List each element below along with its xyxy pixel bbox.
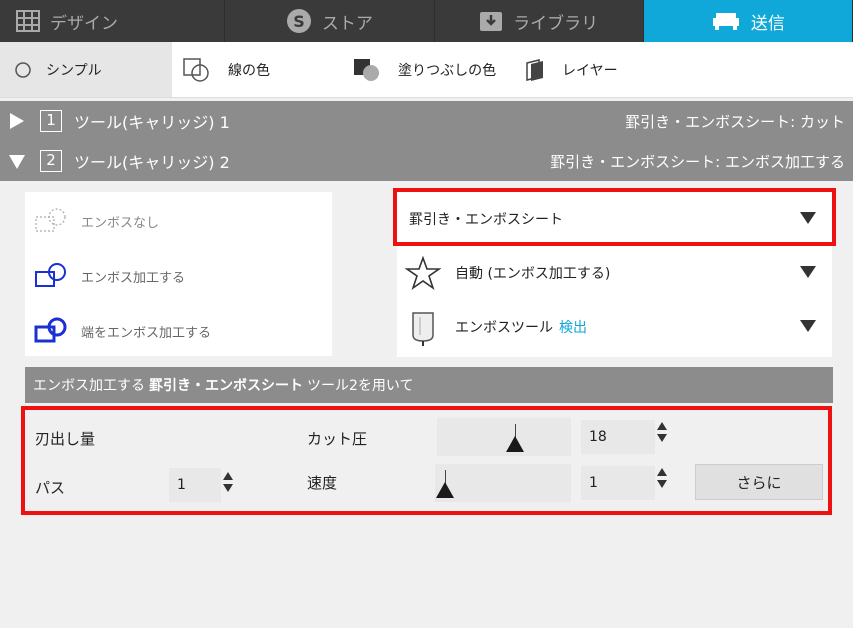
passes-input[interactable]: 1	[169, 468, 221, 502]
library-download-icon	[479, 10, 503, 32]
emboss-edge-option[interactable]: 端をエンボス加工する	[31, 316, 211, 346]
tab-send[interactable]: 送信	[643, 0, 853, 42]
force-slider[interactable]	[437, 418, 571, 456]
force-stepper[interactable]	[657, 422, 669, 442]
line-color-icon	[182, 57, 214, 83]
tool-dropdown-value: エンボスツール	[455, 320, 553, 336]
style-simple[interactable]: シンプル	[0, 42, 172, 97]
speed-down-icon[interactable]	[657, 480, 667, 488]
info-suffix: ツール2を用いて	[307, 378, 414, 394]
emboss-fill-icon	[31, 261, 71, 291]
action-dropdown-value: 自動 (エンボス加工する)	[455, 266, 611, 282]
emboss-fill-option[interactable]: エンボス加工する	[31, 261, 185, 291]
speed-slider[interactable]	[435, 464, 571, 502]
tab-design[interactable]: デザイン	[0, 0, 226, 42]
style-layer-label: レイヤー	[562, 62, 618, 79]
force-slider-thumb[interactable]	[506, 436, 525, 452]
tool2-header[interactable]: 2 ツール(キャリッジ) 2 罫引き・エンボスシート: エンボス加工する	[0, 141, 853, 181]
detect-link[interactable]: 検出	[559, 317, 587, 337]
tool1-header[interactable]: 1 ツール(キャリッジ) 1 罫引き・エンボスシート: カット	[0, 101, 853, 141]
tab-store-label: ストア	[321, 13, 373, 34]
store-s-icon: S	[286, 8, 312, 34]
tab-store[interactable]: S ストア	[225, 0, 435, 42]
collapse-down-icon	[9, 155, 25, 169]
more-button-label: さらに	[736, 473, 782, 492]
tool2-number: 2	[40, 150, 62, 172]
svg-text:S: S	[293, 12, 305, 31]
material-dropdown[interactable]: 罫引き・エンボスシート	[397, 192, 832, 246]
material-settings-panel: 罫引き・エンボスシート 自動 (エンボス加工する) エンボスツール 検出	[397, 192, 832, 357]
speed-slider-thumb[interactable]	[436, 482, 454, 498]
tool1-material: 罫引き・エンボスシート: カット	[625, 112, 845, 131]
speed-value: 1	[589, 475, 598, 491]
force-input[interactable]: 18	[581, 420, 655, 454]
tab-library-label: ライブラリ	[513, 13, 599, 34]
tool-dropdown-arrow-icon	[800, 320, 816, 332]
emboss-none-icon	[31, 206, 71, 236]
tool1-number: 1	[40, 110, 62, 132]
force-down-icon[interactable]	[657, 434, 667, 442]
style-layer[interactable]: レイヤー	[522, 42, 618, 97]
emboss-tool-icon	[403, 307, 443, 347]
star-icon	[403, 253, 443, 293]
style-toolbar: シンプル 線の色 塗りつぶしの色 レイヤー	[0, 42, 853, 98]
info-material: 罫引き・エンボスシート	[149, 378, 303, 394]
style-fill-color[interactable]: 塗りつぶしの色	[352, 42, 522, 97]
radio-icon	[14, 61, 32, 79]
tool2-label: ツール(キャリッジ) 2	[74, 153, 230, 172]
top-tab-bar: デザイン S ストア ライブラリ 送信	[0, 0, 853, 42]
expand-right-icon	[10, 113, 24, 129]
passes-value: 1	[177, 477, 186, 493]
speed-stepper[interactable]	[657, 468, 669, 488]
speed-input[interactable]: 1	[581, 466, 655, 500]
force-value: 18	[589, 429, 607, 445]
speed-label: 速度	[307, 474, 338, 492]
layer-icon	[522, 57, 548, 83]
material-dropdown-value: 罫引き・エンボスシート	[409, 212, 563, 228]
emboss-edge-label: 端をエンボス加工する	[81, 325, 212, 341]
style-line-color-label: 線の色	[228, 62, 270, 79]
style-line-color[interactable]: 線の色	[182, 42, 352, 97]
passes-label: パス	[35, 479, 66, 497]
emboss-fill-label: エンボス加工する	[81, 270, 186, 286]
force-label: カット圧	[307, 430, 368, 448]
emboss-options-panel: エンボスなし エンボス加工する 端をエンボス加工する	[25, 192, 332, 356]
style-fill-color-label: 塗りつぶしの色	[398, 62, 497, 79]
tool2-material: 罫引き・エンボスシート: エンボス加工する	[550, 152, 845, 171]
cutter-machine-icon	[711, 10, 741, 32]
tab-send-label: 送信	[750, 13, 785, 34]
emboss-none-label: エンボスなし	[81, 215, 160, 231]
passes-stepper[interactable]	[223, 472, 235, 492]
cut-settings: 刃出し量 パス 1 カット圧 18 速度 1 さらに	[25, 410, 833, 510]
force-up-icon[interactable]	[657, 422, 667, 430]
material-dropdown-arrow-icon	[800, 212, 816, 224]
speed-up-icon[interactable]	[657, 468, 667, 476]
action-dropdown[interactable]: 自動 (エンボス加工する)	[397, 246, 832, 300]
fill-color-icon	[352, 57, 384, 83]
emboss-none-option[interactable]: エンボスなし	[31, 206, 159, 236]
more-button[interactable]: さらに	[695, 464, 823, 500]
tab-library[interactable]: ライブラリ	[435, 0, 644, 42]
tab-design-label: デザイン	[50, 13, 118, 34]
grid-icon	[16, 10, 40, 32]
style-simple-label: シンプル	[46, 62, 102, 79]
blade-label: 刃出し量	[35, 430, 96, 448]
info-prefix: エンボス加工する	[33, 378, 145, 394]
emboss-edge-icon	[31, 316, 71, 346]
action-dropdown-arrow-icon	[800, 266, 816, 278]
passes-up-icon[interactable]	[223, 472, 233, 480]
passes-down-icon[interactable]	[223, 484, 233, 492]
tool1-label: ツール(キャリッジ) 1	[74, 113, 230, 132]
info-bar: エンボス加工する 罫引き・エンボスシート ツール2を用いて	[25, 367, 833, 403]
tool-dropdown[interactable]: エンボスツール 検出	[397, 300, 832, 354]
